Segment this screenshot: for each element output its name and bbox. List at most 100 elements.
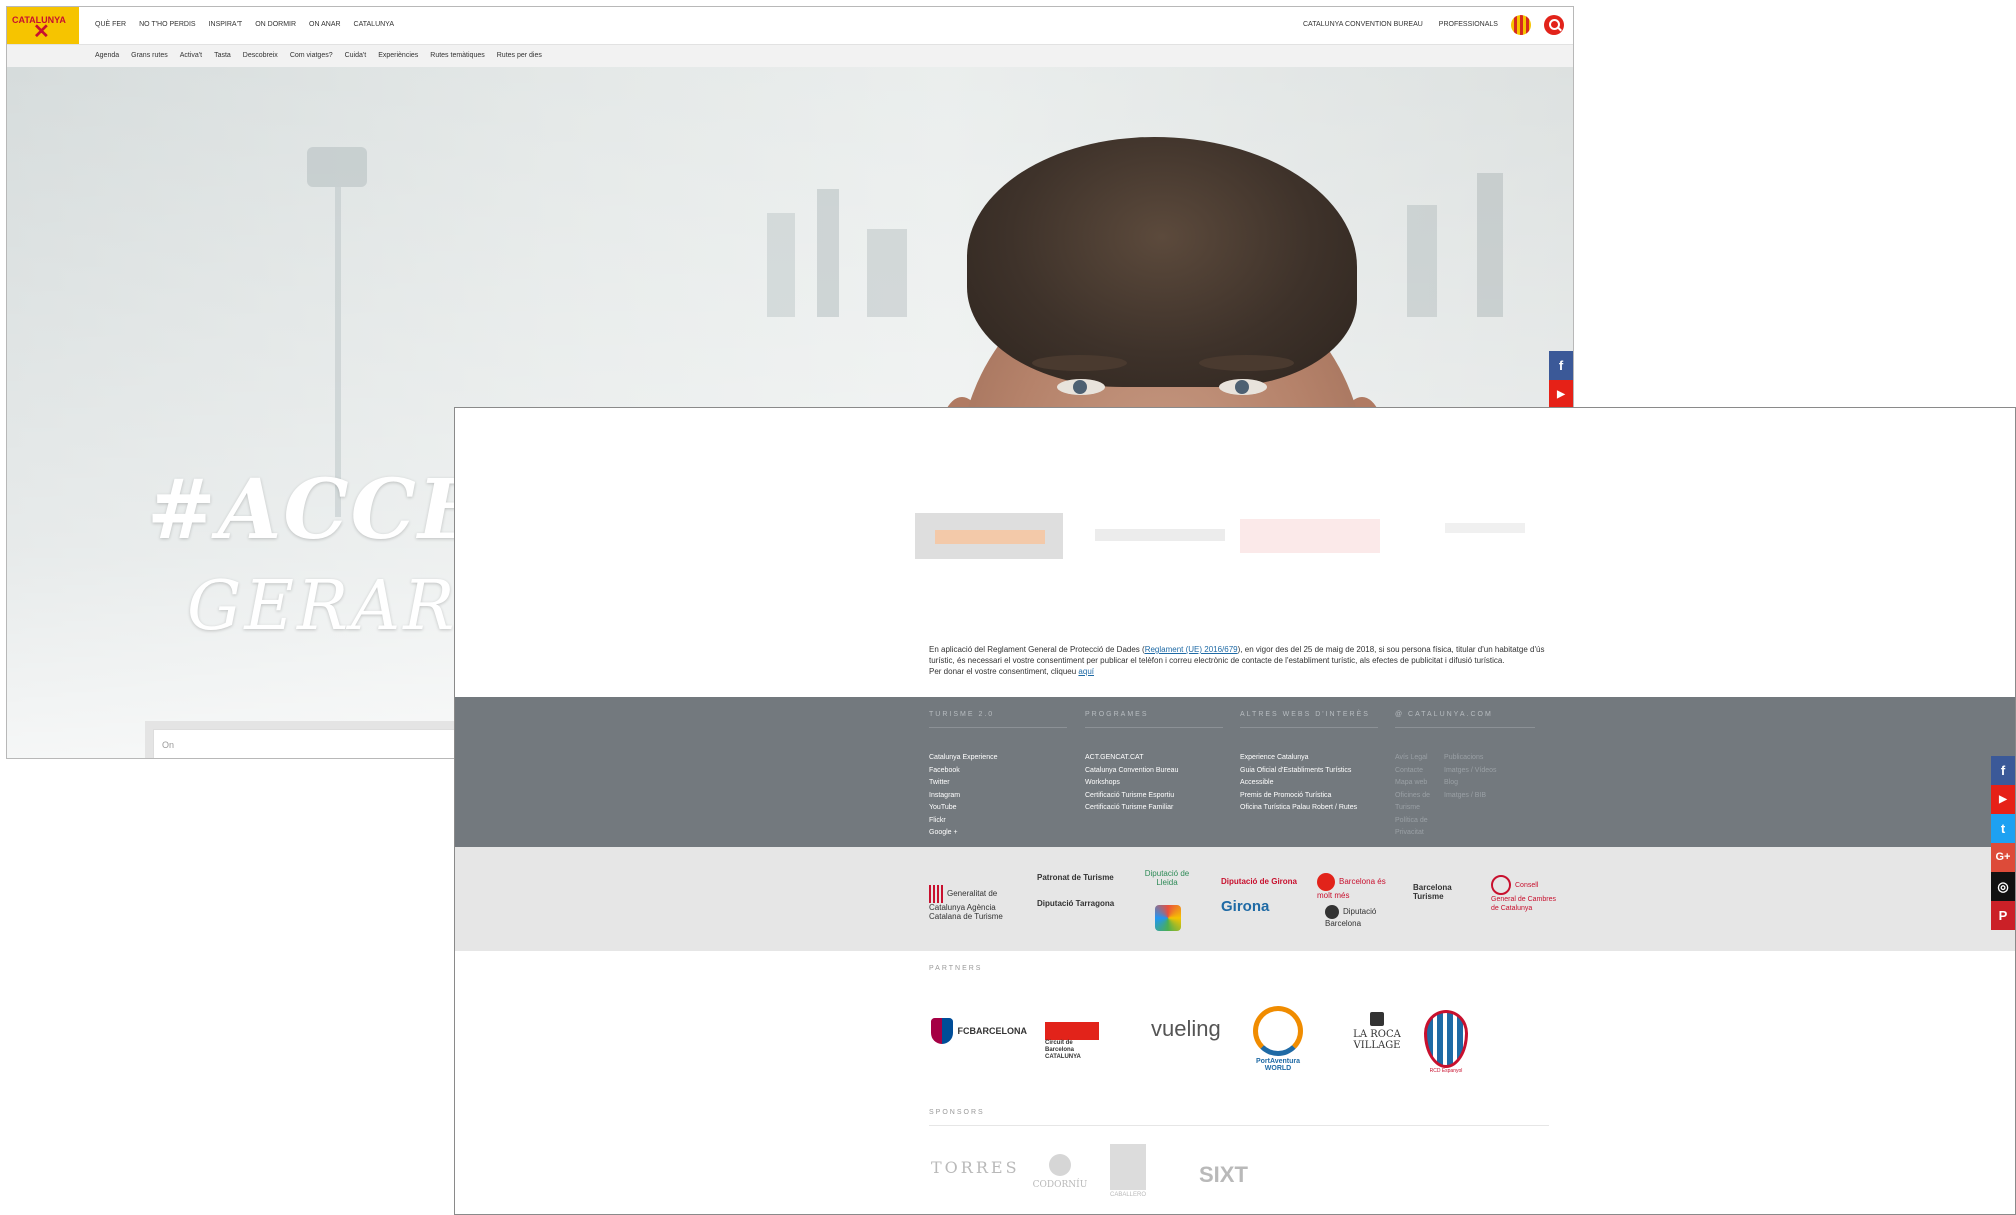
footer-link[interactable]: Flickr — [929, 815, 1067, 828]
sub-nav: Agenda Grans rutes Activa't Tasta Descob… — [95, 52, 542, 59]
footer-link[interactable]: Oficina Turística Palau Robert / Rutes — [1240, 802, 1378, 815]
footer-link[interactable]: Catalunya Convention Bureau — [1085, 765, 1223, 778]
subnav-agenda[interactable]: Agenda — [95, 52, 119, 59]
consent-link[interactable]: aquí — [1078, 667, 1094, 676]
subnav-descobreix[interactable]: Descobreix — [243, 52, 278, 59]
nav-no-tho-perdis[interactable]: NO T'HO PERDIS — [139, 21, 195, 28]
logo-label: Patronat de Turisme — [1037, 873, 1114, 882]
fcbarcelona-logo[interactable]: FCBARCELONA — [931, 1018, 1027, 1044]
logo-x-mark: ✕ — [33, 21, 50, 43]
language-flag-icon[interactable] — [1511, 15, 1531, 35]
la-roca-village-logo[interactable]: LA ROCA VILLAGE — [1341, 1012, 1413, 1051]
logo-label: Diputació Tarragona — [1037, 899, 1115, 908]
catalunya-logo[interactable]: CATALUNYA ✕ — [7, 7, 79, 44]
hair — [967, 137, 1357, 387]
footer-link[interactable]: Contacte — [1395, 765, 1430, 778]
subnav-activat[interactable]: Activa't — [180, 52, 202, 59]
diputacio-girona-logo[interactable]: Diputació de Girona — [1221, 877, 1301, 886]
right-eye — [1219, 379, 1267, 395]
footer-link[interactable]: Experience Catalunya — [1240, 752, 1378, 765]
footer-link[interactable]: Oficines de — [1395, 790, 1430, 803]
logo-label: Diputació de Girona — [1221, 877, 1298, 886]
main-nav: QUÈ FER NO T'HO PERDIS INSPIRA'T ON DORM… — [95, 21, 394, 28]
vueling-logo[interactable]: vueling — [1151, 1016, 1221, 1042]
google-plus-icon[interactable]: G+ — [1991, 843, 2015, 872]
nav-on-dormir[interactable]: ON DORMIR — [255, 21, 296, 28]
footer-link[interactable]: Turisme — [1395, 802, 1430, 815]
nav-que-fer[interactable]: QUÈ FER — [95, 21, 126, 28]
footer-link[interactable]: ACT.GENCAT.CAT — [1085, 752, 1223, 765]
twitter-icon[interactable]: t — [1991, 814, 2015, 843]
barcelona-mes-logo[interactable]: Barcelona és molt més — [1317, 873, 1397, 900]
footer-link[interactable]: Blog — [1444, 777, 1497, 790]
girona-logo[interactable]: Girona — [1221, 899, 1301, 915]
barcelona-turisme-logo[interactable]: Barcelona Turisme — [1413, 883, 1477, 901]
patronat-turisme-logo[interactable]: Patronat de Turisme — [1037, 873, 1117, 882]
facebook-icon[interactable]: f — [1991, 756, 2015, 785]
footer-link[interactable]: Workshops — [1085, 777, 1223, 790]
footer-link[interactable]: Instagram — [929, 790, 1067, 803]
nav-inspirat[interactable]: INSPIRA'T — [209, 21, 243, 28]
subnav-com-viatges[interactable]: Com viatges? — [290, 52, 333, 59]
pinterest-icon[interactable]: P — [1991, 901, 2015, 930]
youtube-icon[interactable]: ▶ — [1549, 380, 1573, 409]
subnav-grans-rutes[interactable]: Grans rutes — [131, 52, 168, 59]
nav-convention-bureau[interactable]: CATALUNYA CONVENTION BUREAU — [1303, 21, 1423, 28]
codorniu-logo[interactable]: CODORNÍU — [1030, 1154, 1090, 1190]
diputacio-tarragona-logo[interactable]: Diputació Tarragona — [1037, 899, 1117, 908]
footer-link[interactable]: Certificació Turisme Esportiu — [1085, 790, 1223, 803]
espanyol-logo[interactable]: RCD Espanyol — [1421, 1010, 1471, 1074]
subnav-tasta[interactable]: Tasta — [214, 52, 231, 59]
caballero-logo[interactable]: CABALLERO — [1105, 1144, 1151, 1198]
search-icon[interactable] — [1544, 15, 1564, 35]
footer-link[interactable]: Publicacions — [1444, 752, 1497, 765]
instagram-icon[interactable]: ◎ — [1991, 872, 2015, 901]
footer-link[interactable]: Avís Legal — [1395, 752, 1430, 765]
footer-link[interactable]: Certificació Turisme Familiar — [1085, 802, 1223, 815]
faded-promo-banner[interactable] — [915, 513, 1063, 559]
generalitat-logo[interactable]: Generalitat de Catalunya Agència Catalan… — [929, 885, 1019, 921]
subnav-rutes-per-dies[interactable]: Rutes per dies — [497, 52, 542, 59]
nav-catalunya[interactable]: CATALUNYA — [354, 21, 394, 28]
nav-on-anar[interactable]: ON ANAR — [309, 21, 341, 28]
footer-col4-left: Avís Legal Contacte Mapa web Oficines de… — [1395, 752, 1430, 840]
secondary-nav: CATALUNYA CONVENTION BUREAU PROFESSIONAL… — [1303, 21, 1498, 28]
footer-link[interactable]: Mapa web — [1395, 777, 1430, 790]
footer-col-programes: PROGRAMES ACT.GENCAT.CAT Catalunya Conve… — [1085, 711, 1223, 815]
logo-label: Barcelona Turisme — [1413, 883, 1452, 901]
youtube-icon[interactable]: ▶ — [1991, 785, 2015, 814]
subnav-cuidat[interactable]: Cuida't — [345, 52, 367, 59]
portaventura-logo[interactable]: PortAventura WORLD — [1243, 1006, 1313, 1072]
footer-link[interactable]: Política de — [1395, 815, 1430, 828]
torres-logo[interactable]: TORRES — [931, 1158, 1020, 1177]
logo-label: Diputació de Lleida — [1144, 869, 1190, 887]
facebook-icon[interactable]: f — [1549, 351, 1573, 380]
diputacio-lleida-logo[interactable]: Diputació de Lleida — [1135, 869, 1199, 887]
footer-link[interactable]: Imatges / Vídeos — [1444, 765, 1497, 778]
subnav-rutes-tematiques[interactable]: Rutes temàtiques — [430, 52, 484, 59]
circuit-barcelona-logo[interactable]: Circuit de Barcelona CATALUNYA — [1045, 1022, 1145, 1061]
left-eyebrow — [1032, 355, 1127, 371]
diputacio-barcelona-logo[interactable]: Diputació Barcelona — [1325, 905, 1395, 928]
footer-col4-right: Publicacions Imatges / Vídeos Blog Imatg… — [1444, 752, 1497, 840]
cambres-catalunya-logo[interactable]: Consell General de Cambres de Catalunya — [1491, 875, 1561, 913]
footer-link[interactable]: Google + — [929, 827, 1067, 840]
logo-label: LA ROCA VILLAGE — [1353, 1029, 1401, 1051]
sixt-logo[interactable]: SIXT — [1199, 1162, 1248, 1188]
footer-link[interactable]: Twitter — [929, 777, 1067, 790]
footer-link[interactable]: Facebook — [929, 765, 1067, 778]
subnav-experiencies[interactable]: Experiències — [378, 52, 418, 59]
footer-link[interactable]: YouTube — [929, 802, 1067, 815]
footer-link[interactable]: Catalunya Experience — [929, 752, 1067, 765]
footer-link[interactable]: Imatges / BIB — [1444, 790, 1497, 803]
logo-label: FCBARCELONA — [957, 1026, 1027, 1036]
nav-professionals[interactable]: PROFESSIONALS — [1439, 21, 1498, 28]
sub-navigation-bar: Agenda Grans rutes Activa't Tasta Descob… — [7, 45, 1573, 67]
regulation-link[interactable]: Reglament (UE) 2016/679 — [1145, 645, 1238, 654]
footer-link[interactable]: Privacitat — [1395, 827, 1430, 840]
logo-label: Girona — [1221, 898, 1270, 915]
footer-link[interactable]: Accessible — [1240, 777, 1378, 790]
footer-link[interactable]: Guia Oficial d'Establiments Turístics — [1240, 765, 1378, 778]
footer-col-catalunya-com: @ CATALUNYA.COM Avís Legal Contacte Mapa… — [1395, 711, 1535, 840]
footer-link[interactable]: Premis de Promoció Turística — [1240, 790, 1378, 803]
